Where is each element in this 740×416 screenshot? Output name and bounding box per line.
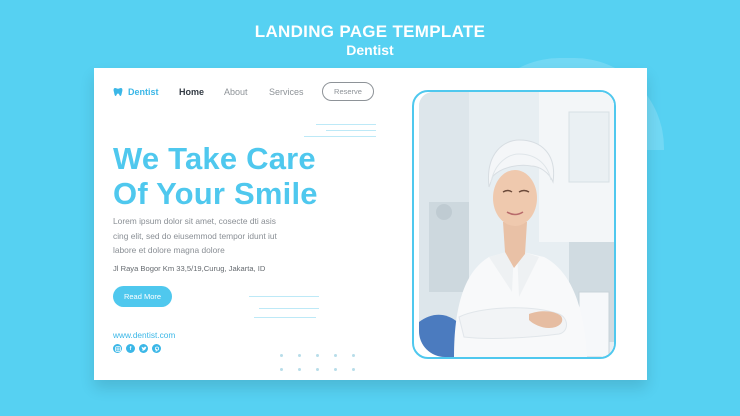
twitter-icon[interactable] [139, 344, 148, 353]
read-more-button[interactable]: Read More [113, 286, 172, 307]
decorative-dot-grid [280, 354, 370, 371]
body-line-3: labore et dolore magna dolore [113, 245, 225, 255]
decorative-line [316, 124, 376, 125]
body-line-1: Lorem ipsum dolor sit amet, cosecte dti … [113, 216, 276, 226]
address-text: Jl Raya Bogor Km 33,5/19,Curug, Jakarta,… [113, 264, 266, 273]
instagram-icon[interactable] [113, 344, 122, 353]
logo-text: Dentist [128, 87, 159, 97]
banner-subtitle: Dentist [346, 42, 394, 58]
nav-home[interactable]: Home [179, 87, 204, 97]
facebook-icon[interactable]: f [126, 344, 135, 353]
decorative-line [259, 308, 319, 309]
decorative-line [304, 136, 376, 137]
headline-line-2: Of Your Smile [113, 176, 318, 211]
decorative-line [326, 130, 376, 131]
social-icons: f [113, 344, 161, 353]
body-line-2: cing elit, sed do eiusemmod tempor idunt… [113, 230, 277, 241]
decorative-line [254, 317, 316, 318]
hero-headline: We Take Care Of Your Smile [113, 141, 318, 211]
tooth-icon [113, 88, 123, 96]
nav-services[interactable]: Services [269, 87, 304, 97]
banner-title: LANDING PAGE TEMPLATE [254, 22, 486, 41]
landing-page-card: Dentist Home About Services Reserve We T… [94, 68, 647, 380]
nav-about[interactable]: About [224, 87, 248, 97]
dentist-photo [419, 92, 614, 357]
hero-body-text: Lorem ipsum dolor sit amet, cosecte dti … [113, 214, 333, 258]
pinterest-icon[interactable] [152, 344, 161, 353]
headline-line-1: We Take Care [113, 141, 316, 176]
decorative-line [249, 296, 319, 297]
logo[interactable]: Dentist [113, 87, 159, 97]
website-link[interactable]: www.dentist.com [113, 330, 175, 340]
reserve-button[interactable]: Reserve [322, 82, 374, 101]
